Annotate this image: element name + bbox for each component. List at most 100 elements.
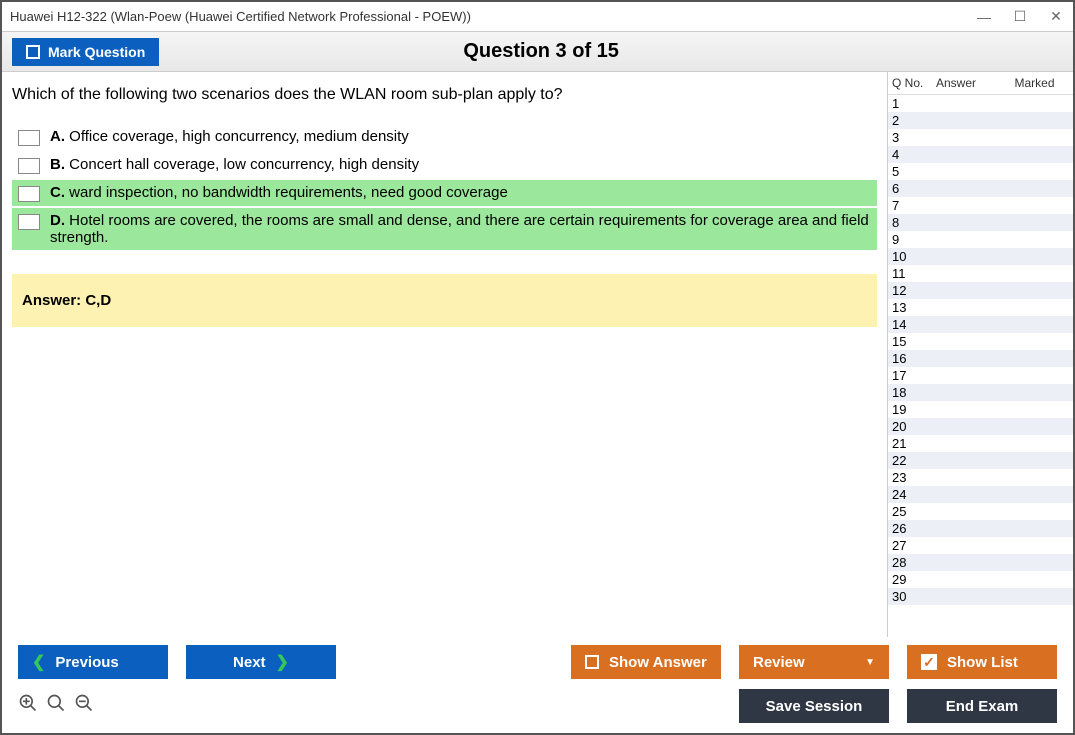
question-number: 26 [892, 521, 936, 536]
question-number: 27 [892, 538, 936, 553]
question-number: 6 [892, 181, 936, 196]
option-text: C. ward inspection, no bandwidth require… [50, 184, 508, 201]
question-number: 4 [892, 147, 936, 162]
question-list-row[interactable]: 26 [888, 520, 1073, 537]
question-list-row[interactable]: 12 [888, 282, 1073, 299]
question-number: 24 [892, 487, 936, 502]
question-number: 13 [892, 300, 936, 315]
option-checkbox[interactable] [18, 186, 40, 202]
question-list-row[interactable]: 16 [888, 350, 1073, 367]
window-title: Huawei H12-322 (Wlan-Poew (Huawei Certif… [10, 9, 471, 24]
question-number: 14 [892, 317, 936, 332]
question-pane: Which of the following two scenarios doe… [2, 72, 887, 637]
bottom-bar: ❮ Previous Next ❯ Show Answer Review ▼ ✓… [2, 637, 1073, 733]
zoom-reset-icon[interactable] [46, 693, 66, 719]
option-body: Office coverage, high concurrency, mediu… [69, 128, 409, 145]
option-text: D. Hotel rooms are covered, the rooms ar… [50, 212, 871, 246]
question-list-row[interactable]: 5 [888, 163, 1073, 180]
question-list-row[interactable]: 22 [888, 452, 1073, 469]
question-number: 29 [892, 572, 936, 587]
question-list-row[interactable]: 27 [888, 537, 1073, 554]
question-list-pane: Q No. Answer Marked 12345678910111213141… [887, 72, 1073, 637]
question-list-header: Q No. Answer Marked [888, 72, 1073, 95]
zoom-out-icon[interactable] [74, 693, 94, 719]
zoom-in-icon[interactable] [18, 693, 38, 719]
option-row[interactable]: B. Concert hall coverage, low concurrenc… [12, 152, 877, 178]
header-answer: Answer [936, 76, 1000, 90]
option-checkbox[interactable] [18, 214, 40, 230]
option-letter: C. [50, 184, 69, 201]
question-list-row[interactable]: 9 [888, 231, 1073, 248]
question-list-row[interactable]: 20 [888, 418, 1073, 435]
question-number: 16 [892, 351, 936, 366]
question-list-row[interactable]: 1 [888, 95, 1073, 112]
question-list-row[interactable]: 29 [888, 571, 1073, 588]
end-exam-button[interactable]: End Exam [907, 689, 1057, 723]
question-number: 8 [892, 215, 936, 230]
question-list-row[interactable]: 6 [888, 180, 1073, 197]
question-list[interactable]: 1234567891011121314151617181920212223242… [888, 95, 1073, 637]
review-label: Review [753, 654, 805, 671]
next-button[interactable]: Next ❯ [186, 645, 336, 679]
option-checkbox[interactable] [18, 158, 40, 174]
option-row[interactable]: C. ward inspection, no bandwidth require… [12, 180, 877, 206]
save-session-label: Save Session [766, 698, 863, 715]
question-list-row[interactable]: 17 [888, 367, 1073, 384]
zoom-controls [18, 693, 94, 719]
question-list-row[interactable]: 3 [888, 129, 1073, 146]
save-session-button[interactable]: Save Session [739, 689, 889, 723]
option-row[interactable]: D. Hotel rooms are covered, the rooms ar… [12, 208, 877, 250]
mark-question-button[interactable]: Mark Question [12, 38, 159, 66]
checked-icon: ✓ [921, 654, 937, 670]
question-list-row[interactable]: 4 [888, 146, 1073, 163]
review-button[interactable]: Review ▼ [739, 645, 889, 679]
mark-question-label: Mark Question [48, 44, 145, 60]
question-list-row[interactable]: 13 [888, 299, 1073, 316]
question-list-row[interactable]: 11 [888, 265, 1073, 282]
question-number: 11 [892, 266, 936, 281]
question-list-row[interactable]: 7 [888, 197, 1073, 214]
option-row[interactable]: A. Office coverage, high concurrency, me… [12, 124, 877, 150]
option-letter: B. [50, 156, 69, 173]
question-list-row[interactable]: 24 [888, 486, 1073, 503]
close-button[interactable]: ✕ [1047, 8, 1065, 25]
minimize-button[interactable]: — [975, 9, 993, 25]
question-list-row[interactable]: 23 [888, 469, 1073, 486]
question-list-row[interactable]: 30 [888, 588, 1073, 605]
checkbox-icon [585, 655, 599, 669]
question-list-row[interactable]: 14 [888, 316, 1073, 333]
question-list-row[interactable]: 2 [888, 112, 1073, 129]
question-list-row[interactable]: 8 [888, 214, 1073, 231]
question-number: 5 [892, 164, 936, 179]
window-controls: — ☐ ✕ [975, 8, 1065, 25]
question-list-row[interactable]: 15 [888, 333, 1073, 350]
question-list-row[interactable]: 18 [888, 384, 1073, 401]
previous-button[interactable]: ❮ Previous [18, 645, 168, 679]
question-list-row[interactable]: 19 [888, 401, 1073, 418]
question-number: 2 [892, 113, 936, 128]
show-answer-button[interactable]: Show Answer [571, 645, 721, 679]
toolbar: Mark Question Question 3 of 15 [2, 32, 1073, 72]
button-row-1: ❮ Previous Next ❯ Show Answer Review ▼ ✓… [18, 645, 1057, 679]
header-marked: Marked [1000, 76, 1069, 90]
previous-label: Previous [55, 654, 118, 671]
question-number: 20 [892, 419, 936, 434]
question-number: 23 [892, 470, 936, 485]
question-list-row[interactable]: 10 [888, 248, 1073, 265]
maximize-button[interactable]: ☐ [1011, 8, 1029, 25]
header-qno: Q No. [892, 76, 936, 90]
question-list-row[interactable]: 25 [888, 503, 1073, 520]
checkbox-icon [26, 45, 40, 59]
option-letter: A. [50, 128, 69, 145]
question-text: Which of the following two scenarios doe… [12, 86, 877, 104]
question-list-row[interactable]: 28 [888, 554, 1073, 571]
option-body: Hotel rooms are covered, the rooms are s… [50, 212, 869, 246]
question-number: 18 [892, 385, 936, 400]
show-list-button[interactable]: ✓ Show List [907, 645, 1057, 679]
question-number: 25 [892, 504, 936, 519]
question-number: 21 [892, 436, 936, 451]
option-checkbox[interactable] [18, 130, 40, 146]
content-area: Which of the following two scenarios doe… [2, 72, 1073, 637]
question-list-row[interactable]: 21 [888, 435, 1073, 452]
chevron-left-icon: ❮ [32, 652, 45, 672]
